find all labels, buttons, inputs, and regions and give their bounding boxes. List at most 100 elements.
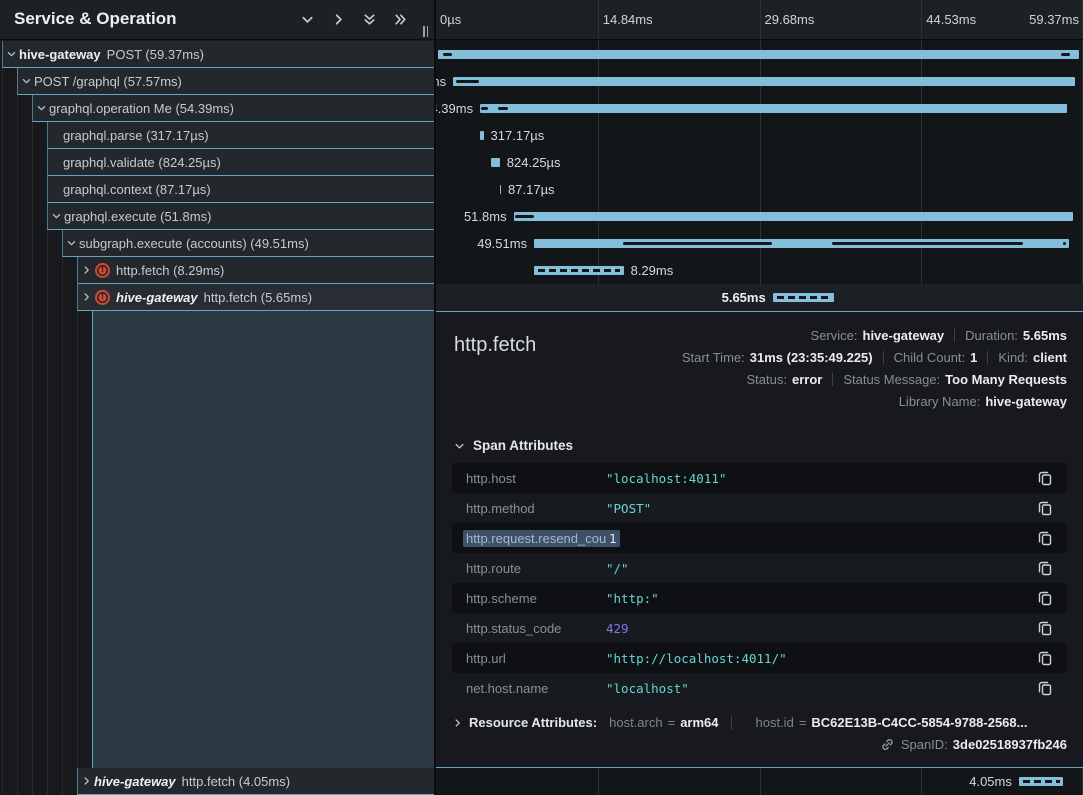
trace-viewer: Service & Operation hive-gatewayPOST (59…	[0, 0, 1083, 795]
child-span-marker-dashed	[538, 269, 620, 272]
chevron-right-icon[interactable]	[81, 775, 92, 787]
span-duration-bar[interactable]	[491, 158, 500, 167]
overview-separator	[832, 373, 833, 386]
copy-icon[interactable]	[1037, 650, 1053, 666]
span-duration-bar[interactable]	[480, 131, 483, 140]
child-span-marker	[1061, 53, 1070, 56]
double-chevron-down-icon[interactable]	[362, 12, 377, 27]
waterfall-row: 57.57ms	[436, 68, 1083, 95]
chevron-right-icon[interactable]	[331, 12, 346, 27]
panel-title: Service & Operation	[14, 9, 177, 29]
tree-row[interactable]: graphql.context (87.17µs)	[47, 176, 434, 203]
resource-attributes-title: Resource Attributes:	[469, 715, 597, 730]
tree-row[interactable]: graphql.validate (824.25µs)	[47, 149, 434, 176]
attribute-row: http.scheme"http:"	[452, 583, 1067, 613]
attribute-key: http.status_code	[466, 621, 606, 636]
attribute-value: "localhost"	[606, 681, 689, 696]
link-icon[interactable]	[880, 737, 895, 752]
overview-value: error	[792, 372, 822, 387]
waterfall-row: 4.05ms	[436, 768, 1083, 795]
duration-label: 51.8ms	[464, 209, 507, 224]
duration-label: 8.29ms	[631, 263, 674, 278]
tree-row[interactable]: POST /graphql (57.57ms)	[17, 68, 434, 95]
child-span-marker	[515, 215, 534, 218]
child-span-marker-dashed	[777, 296, 831, 299]
chevron-down-icon[interactable]	[36, 102, 47, 114]
attribute-row: net.host.name"localhost"	[452, 673, 1067, 703]
overview-value: 5.65ms	[1023, 328, 1067, 343]
span-id-row: SpanID: 3de02518937fb246	[452, 737, 1067, 752]
span-label: http.fetch (4.05ms)	[182, 774, 290, 789]
copy-icon[interactable]	[1037, 500, 1053, 516]
attribute-row: http.host"localhost:4011"	[452, 463, 1067, 493]
span-label: POST /graphql (57.57ms)	[34, 74, 182, 89]
span-label: subgraph.execute (accounts) (49.51ms)	[79, 236, 309, 251]
chevron-down-icon[interactable]	[51, 210, 62, 222]
error-icon: !	[95, 290, 110, 305]
tree-row[interactable]: graphql.execute (51.8ms)	[47, 203, 434, 230]
attribute-row: http.status_code429	[452, 613, 1067, 643]
copy-icon[interactable]	[1037, 620, 1053, 636]
copy-icon[interactable]	[1037, 530, 1053, 546]
attribute-row: http.method"POST"	[452, 493, 1067, 523]
span-label: graphql.execute (51.8ms)	[64, 209, 211, 224]
span-duration-bar[interactable]	[500, 185, 502, 194]
waterfall-row: 49.51ms	[436, 230, 1083, 257]
panel-resize-handle[interactable]	[423, 26, 431, 37]
selected-span-expanded-area	[92, 311, 434, 768]
resource-value: BC62E13B-C4CC-5854-9788-2568...	[811, 715, 1027, 730]
tree-row[interactable]: subgraph.execute (accounts) (49.51ms)	[62, 230, 434, 257]
span-title: http.fetch	[454, 334, 536, 357]
chevron-down-icon[interactable]	[21, 75, 32, 87]
span-duration-bar[interactable]	[438, 50, 1079, 59]
span-id-value: 3de02518937fb246	[953, 737, 1067, 752]
span-overview: Service:hive-gatewayDuration:5.65msStart…	[682, 324, 1067, 412]
chevron-spacer	[48, 183, 63, 195]
span-attributes-section-header[interactable]: Span Attributes	[452, 438, 1067, 453]
copy-icon[interactable]	[1037, 590, 1053, 606]
tree-row[interactable]: graphql.parse (317.17µs)	[47, 122, 434, 149]
child-span-marker	[832, 242, 1023, 245]
tree-header-icons	[300, 12, 408, 27]
duration-label: 4.05ms	[969, 774, 1012, 789]
duration-label: 824.25µs	[507, 155, 561, 170]
span-duration-bar[interactable]	[514, 212, 1073, 221]
chevron-down-icon	[452, 440, 467, 452]
copy-icon[interactable]	[1037, 680, 1053, 696]
child-span-marker	[481, 107, 487, 110]
overview-value: 1	[970, 350, 977, 365]
tree-row[interactable]: hive-gatewayhttp.fetch (4.05ms)	[77, 768, 434, 795]
waterfall-row: 54.39ms	[436, 95, 1083, 122]
span-label: http.fetch (8.29ms)	[116, 263, 224, 278]
chevron-down-icon[interactable]	[66, 237, 77, 249]
copy-icon[interactable]	[1037, 470, 1053, 486]
child-span-marker	[498, 107, 508, 110]
chevron-right-icon[interactable]	[81, 291, 92, 303]
span-duration-bar[interactable]	[480, 104, 1067, 113]
resource-attributes-row[interactable]: Resource Attributes:host.arch=arm64host.…	[452, 715, 1067, 730]
span-label: http.fetch (5.65ms)	[204, 290, 312, 305]
attribute-key: http.route	[466, 561, 606, 576]
double-chevron-right-icon[interactable]	[393, 12, 408, 27]
chevron-right-icon[interactable]	[81, 264, 92, 276]
service-name: hive-gateway	[19, 47, 101, 62]
tree-row[interactable]: graphql.operation Me (54.39ms)	[32, 95, 434, 122]
waterfall-row: 5.65ms	[436, 284, 1083, 311]
chevron-down-icon[interactable]	[300, 12, 315, 27]
span-details-panel: http.fetch Service:hive-gatewayDuration:…	[436, 311, 1083, 768]
chevron-down-icon[interactable]	[6, 48, 17, 60]
overview-label: Status:	[747, 372, 787, 387]
tree-row[interactable]: hive-gatewayPOST (59.37ms)	[2, 41, 434, 68]
span-id-label: SpanID:	[901, 737, 948, 752]
copy-icon[interactable]	[1037, 560, 1053, 576]
span-duration-bar[interactable]	[453, 77, 1075, 86]
overview-separator	[883, 351, 884, 364]
attribute-value: 429	[606, 621, 629, 636]
timeline-tick: 14.84ms	[603, 12, 653, 27]
overview-label: Status Message:	[843, 372, 940, 387]
waterfall-row: 8.29ms	[436, 257, 1083, 284]
tree-row[interactable]: !hive-gatewayhttp.fetch (5.65ms)	[77, 284, 434, 311]
duration-label: 57.57ms	[436, 74, 446, 89]
attribute-row: http.url"http://localhost:4011/"	[452, 643, 1067, 673]
tree-row[interactable]: !http.fetch (8.29ms)	[77, 257, 434, 284]
